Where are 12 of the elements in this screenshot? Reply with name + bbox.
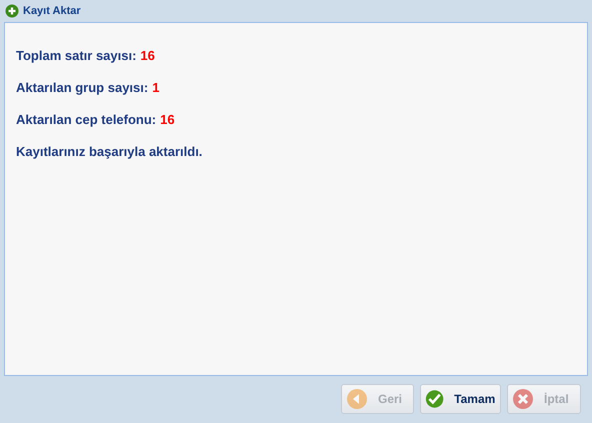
stat-label: Toplam satır sayısı: <box>16 48 136 63</box>
stat-label: Aktarılan grup sayısı: <box>16 80 148 95</box>
stat-value: 16 <box>140 48 155 63</box>
stat-label: Aktarılan cep telefonu: <box>16 112 156 127</box>
window-title: Kayıt Aktar <box>23 5 81 17</box>
stat-value: 16 <box>160 112 175 127</box>
stat-value: 1 <box>152 80 160 95</box>
close-icon <box>512 388 534 410</box>
checkmark-icon <box>425 388 444 410</box>
success-message: Kayıtlarınız başarıyla aktarıldı. <box>16 144 204 159</box>
add-icon <box>5 4 19 18</box>
ok-button[interactable]: Tamam <box>420 384 501 414</box>
